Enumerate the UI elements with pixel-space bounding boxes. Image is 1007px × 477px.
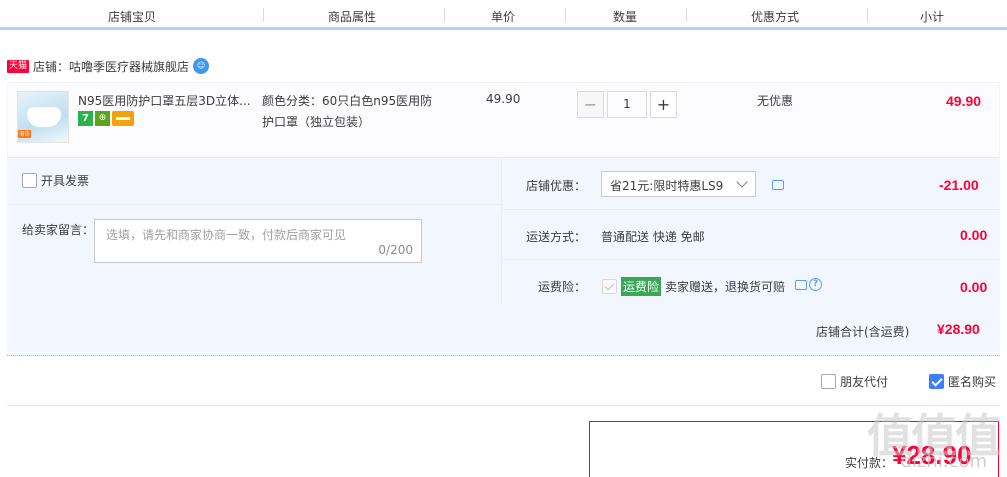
- shop-discount-value: 省21元:限时特惠LS9: [610, 179, 724, 193]
- shop-discount-select[interactable]: 省21元:限时特惠LS9: [601, 171, 756, 197]
- help-icon[interactable]: ?: [809, 278, 822, 291]
- service-icons: 7 ⊕: [78, 111, 134, 126]
- comment-icon[interactable]: [795, 279, 807, 290]
- shop-name-link[interactable]: 店铺：咕噜季医疗器械旗舰店: [33, 58, 189, 75]
- shop-discount-label: 店铺优惠：: [526, 179, 587, 193]
- anonymous-option[interactable]: 匿名购买: [929, 373, 996, 390]
- divider: [501, 157, 502, 305]
- insurance-badge: 运费险: [621, 277, 662, 296]
- qty-plus-button[interactable]: +: [650, 91, 677, 118]
- product-thumbnail[interactable]: 60: [17, 91, 69, 143]
- insurance-amount: 0.00: [960, 279, 988, 295]
- unit-price: 49.90: [486, 92, 521, 106]
- shipping-amount: 0.00: [960, 227, 988, 243]
- shop-discount-amount: -21.00: [939, 177, 979, 193]
- message-placeholder: 选填，请先和商家协商一致，付款后商家可见: [106, 228, 347, 242]
- product-attr-line1: 颜色分类：60只白色n95医用防: [262, 94, 433, 108]
- quantity-stepper: − 1 +: [577, 91, 677, 118]
- header-divider: [686, 8, 687, 22]
- invoice-checkbox[interactable]: [22, 173, 37, 188]
- insurance-icons: ?: [795, 278, 822, 291]
- item-subtotal: 49.90: [946, 93, 982, 109]
- divider: [7, 405, 1000, 406]
- qty-minus-button[interactable]: −: [577, 91, 604, 118]
- chat-icon[interactable]: ☺: [193, 58, 210, 74]
- insurance-label: 运费险：: [538, 280, 587, 294]
- discount-text: 无优惠: [757, 94, 794, 108]
- insurance-option: 运费险 卖家赠送，退换货可赔: [602, 277, 785, 296]
- comment-icon[interactable]: [772, 180, 784, 190]
- product-attr-line2: 护口罩（独立包装）: [262, 115, 371, 129]
- shop-total-label: 店铺合计(含运费): [816, 325, 910, 339]
- shop-row: 天猫 店铺：咕噜季医疗器械旗舰店 ☺: [7, 58, 210, 75]
- friend-pay-checkbox[interactable]: [821, 374, 836, 389]
- divider: [502, 209, 1000, 210]
- invoice-label: 开具发票: [41, 174, 90, 188]
- header-subtotal: 小计: [920, 10, 945, 24]
- header-divider: [565, 8, 566, 22]
- credit-card-icon[interactable]: [112, 111, 134, 126]
- friend-pay-option[interactable]: 朋友代付: [821, 373, 888, 390]
- shipping-value: 普通配送 快递 免邮: [601, 230, 705, 244]
- tmall-badge: 天猫: [7, 59, 30, 73]
- header-discount: 优惠方式: [751, 10, 800, 24]
- seller-message-input[interactable]: 选填，请先和商家协商一致，付款后商家可见 0/200: [94, 219, 422, 263]
- header-divider: [867, 8, 868, 22]
- insurance-text: 卖家赠送，退换货可赔: [665, 280, 786, 294]
- insurance-checkbox: [602, 279, 617, 294]
- qty-input[interactable]: 1: [607, 91, 647, 118]
- site-watermark-url: dizhi.com: [900, 451, 987, 472]
- invoice-option[interactable]: 开具发票: [22, 172, 89, 189]
- chevron-down-icon: [736, 176, 748, 188]
- friend-pay-label: 朋友代付: [840, 375, 889, 389]
- mask-image-icon: [26, 106, 62, 128]
- divider: [502, 259, 1000, 260]
- seven-day-return-icon[interactable]: 7: [78, 111, 93, 126]
- product-title-link[interactable]: N95医用防护口罩五层3D立体...: [78, 92, 253, 109]
- thumb-tag: 60: [18, 130, 31, 138]
- header-divider: [263, 8, 264, 22]
- header-attr: 商品属性: [328, 10, 377, 24]
- anonymous-label: 匿名购买: [948, 375, 997, 389]
- shop-total-amount: ¥28.90: [937, 321, 980, 337]
- header-item: 店铺宝贝: [108, 10, 157, 24]
- column-header: 店铺宝贝 商品属性 单价 数量 优惠方式 小计: [0, 0, 1007, 30]
- message-label: 给卖家留言：: [22, 223, 95, 237]
- shipping-label: 运送方式：: [526, 230, 587, 244]
- header-qty: 数量: [613, 10, 638, 24]
- anonymous-checkbox[interactable]: [929, 374, 944, 389]
- message-char-count: 0/200: [378, 243, 413, 257]
- guarantee-icon[interactable]: ⊕: [95, 111, 110, 126]
- divider: [7, 204, 501, 205]
- header-divider: [444, 8, 445, 22]
- header-price: 单价: [491, 10, 516, 24]
